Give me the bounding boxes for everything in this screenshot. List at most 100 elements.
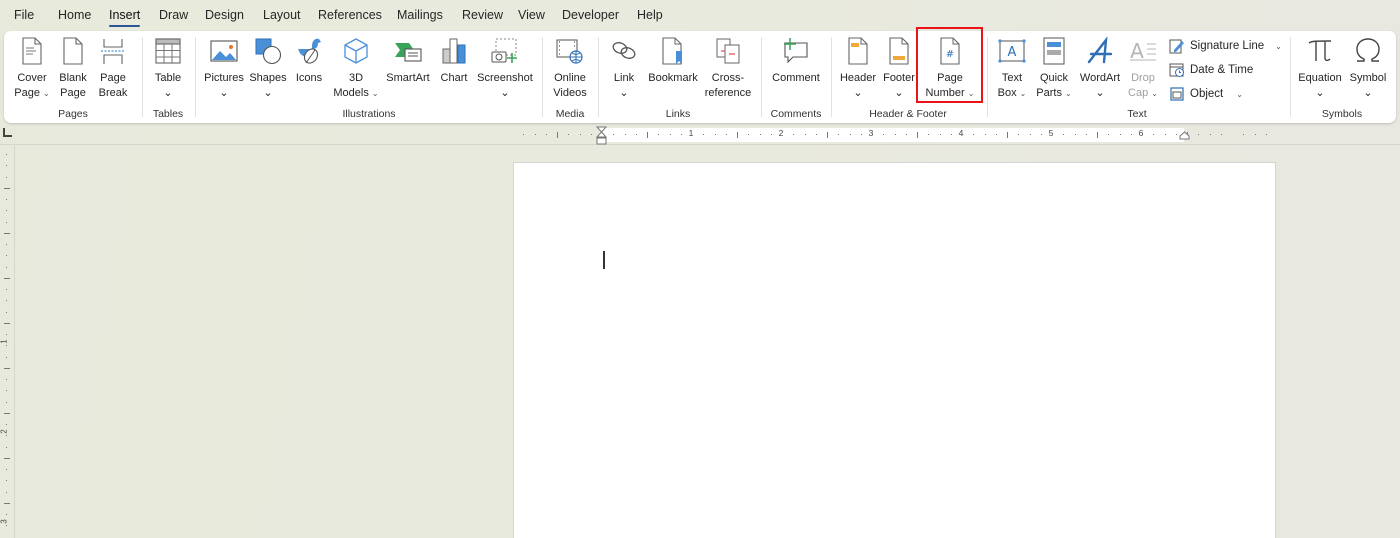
quick-parts-button[interactable]: Quick Parts ⌄ [1035,33,1073,105]
ruler-tick [4,503,10,504]
right-indent-marker[interactable] [1179,131,1190,140]
page-number-button[interactable]: # Page Number ⌄ [920,33,980,105]
link-button[interactable]: Link ⌄ [606,33,642,105]
table-icon [152,35,184,67]
menu-bar: File Home Insert Draw Design Layout Refe… [0,0,1400,30]
tab-insert[interactable]: Insert [109,8,141,27]
ruler-tick [748,134,749,135]
tab-design[interactable]: Design [205,8,244,22]
ruler-tick [6,177,7,178]
group-separator [542,37,543,117]
ruler-tick [1108,134,1109,135]
tab-developer[interactable]: Developer [562,8,619,22]
wordart-button[interactable]: WordArt ⌄ [1076,33,1124,105]
icons-button[interactable]: Icons [293,33,325,105]
drop-cap-button[interactable]: A Drop Cap ⌄ [1126,33,1160,105]
screenshot-button[interactable]: Screenshot ⌄ [476,33,534,105]
horizontal-ruler[interactable]: 1 2 3 4 5 6 [0,125,1400,145]
ruler-tick [1210,134,1211,135]
ruler-tick [1131,134,1132,135]
ruler-tick [535,134,536,135]
drop-cap-icon: A [1127,35,1159,67]
object-button[interactable]: Object ⌄ [1169,83,1243,105]
bookmark-button[interactable]: Bookmark [646,33,700,105]
ruler-tick [861,134,862,135]
ruler-tick [6,334,7,335]
footer-button[interactable]: Footer ⌄ [881,33,917,105]
ruler-tick [4,368,10,369]
online-videos-button[interactable]: Online Videos [548,33,592,105]
chart-icon [438,35,470,67]
cover-page-button[interactable]: Cover Page ⌄ [14,33,50,105]
equation-button[interactable]: Equation ⌄ [1296,33,1344,105]
ruler-tick [6,199,7,200]
tab-selector-icon[interactable] [3,128,12,137]
svg-text:A: A [1130,39,1144,63]
pictures-button[interactable]: Pictures ⌄ [202,33,246,105]
chevron-down-icon: ⌄ [1065,89,1072,98]
cross-reference-button[interactable]: Cross- reference [702,33,754,105]
chevron-down-icon: ⌄ [371,89,379,98]
ruler-tick [1041,134,1042,135]
omega-icon [1352,35,1384,67]
footer-icon [883,35,915,67]
tab-file[interactable]: File [14,8,34,22]
header-button[interactable]: Header ⌄ [838,33,878,105]
signature-line-button[interactable]: Signature Line ⌄ [1169,35,1282,57]
comment-button[interactable]: Comment [768,33,824,105]
date-time-button[interactable]: Date & Time [1169,59,1253,81]
ruler-number: 5 [1048,128,1054,138]
ruler-tick [715,134,716,135]
smartart-button[interactable]: SmartArt [384,33,432,105]
ruler-tick [771,134,772,135]
ruler-tick [1221,134,1222,135]
ruler-tick [940,134,941,135]
tab-home[interactable]: Home [58,8,91,22]
ruler-tick [557,132,558,138]
chevron-down-icon: ⌄ [1095,87,1105,99]
text-box-icon: A [996,35,1028,67]
document-page[interactable] [513,162,1276,538]
tab-layout[interactable]: Layout [263,8,301,22]
chart-button[interactable]: Chart [437,33,471,105]
tab-draw[interactable]: Draw [159,8,188,22]
quick-parts-icon [1038,35,1070,67]
tab-references[interactable]: References [318,8,382,22]
ruler-tick [6,514,7,515]
svg-text:#: # [946,49,954,60]
text-box-button[interactable]: A Text Box ⌄ [993,33,1031,105]
page-break-button[interactable]: Page Break [96,33,130,105]
ruler-tick [1030,134,1031,135]
chevron-down-icon: ⌄ [1236,89,1243,99]
3d-models-button[interactable]: 3D Models ⌄ [331,33,381,105]
symbol-button[interactable]: Symbol ⌄ [1347,33,1389,105]
screenshot-icon [489,35,521,67]
ruler-tick [996,134,997,135]
ruler-tick [6,525,7,526]
pi-icon [1304,35,1336,67]
tab-help[interactable]: Help [637,8,663,22]
tab-view[interactable]: View [518,8,545,22]
shapes-icon [252,35,284,67]
ruler-tick [906,134,907,135]
tab-review[interactable]: Review [462,8,503,22]
table-button[interactable]: Table ⌄ [150,33,186,105]
ruler-tick [4,458,10,459]
ruler-tick [805,134,806,135]
vertical-ruler[interactable]: 1 2 3 [0,146,14,538]
chevron-down-icon: ⌄ [853,87,863,99]
blank-page-button[interactable]: Blank Page [56,33,90,105]
ruler-tick [6,154,7,155]
ruler-tick [827,132,828,138]
left-indent-marker[interactable] [596,126,607,145]
shapes-button[interactable]: Shapes ⌄ [249,33,287,105]
ruler-tick [6,435,7,436]
ruler-tick [636,134,637,135]
ruler-number: 3 [868,128,874,138]
tab-mailings[interactable]: Mailings [397,8,443,22]
ruler-tick [1198,134,1199,135]
calendar-clock-icon [1169,62,1185,78]
chevron-down-icon: ⌄ [1275,41,1282,51]
ruler-tick [951,134,952,135]
ruler-tick [1153,134,1154,135]
